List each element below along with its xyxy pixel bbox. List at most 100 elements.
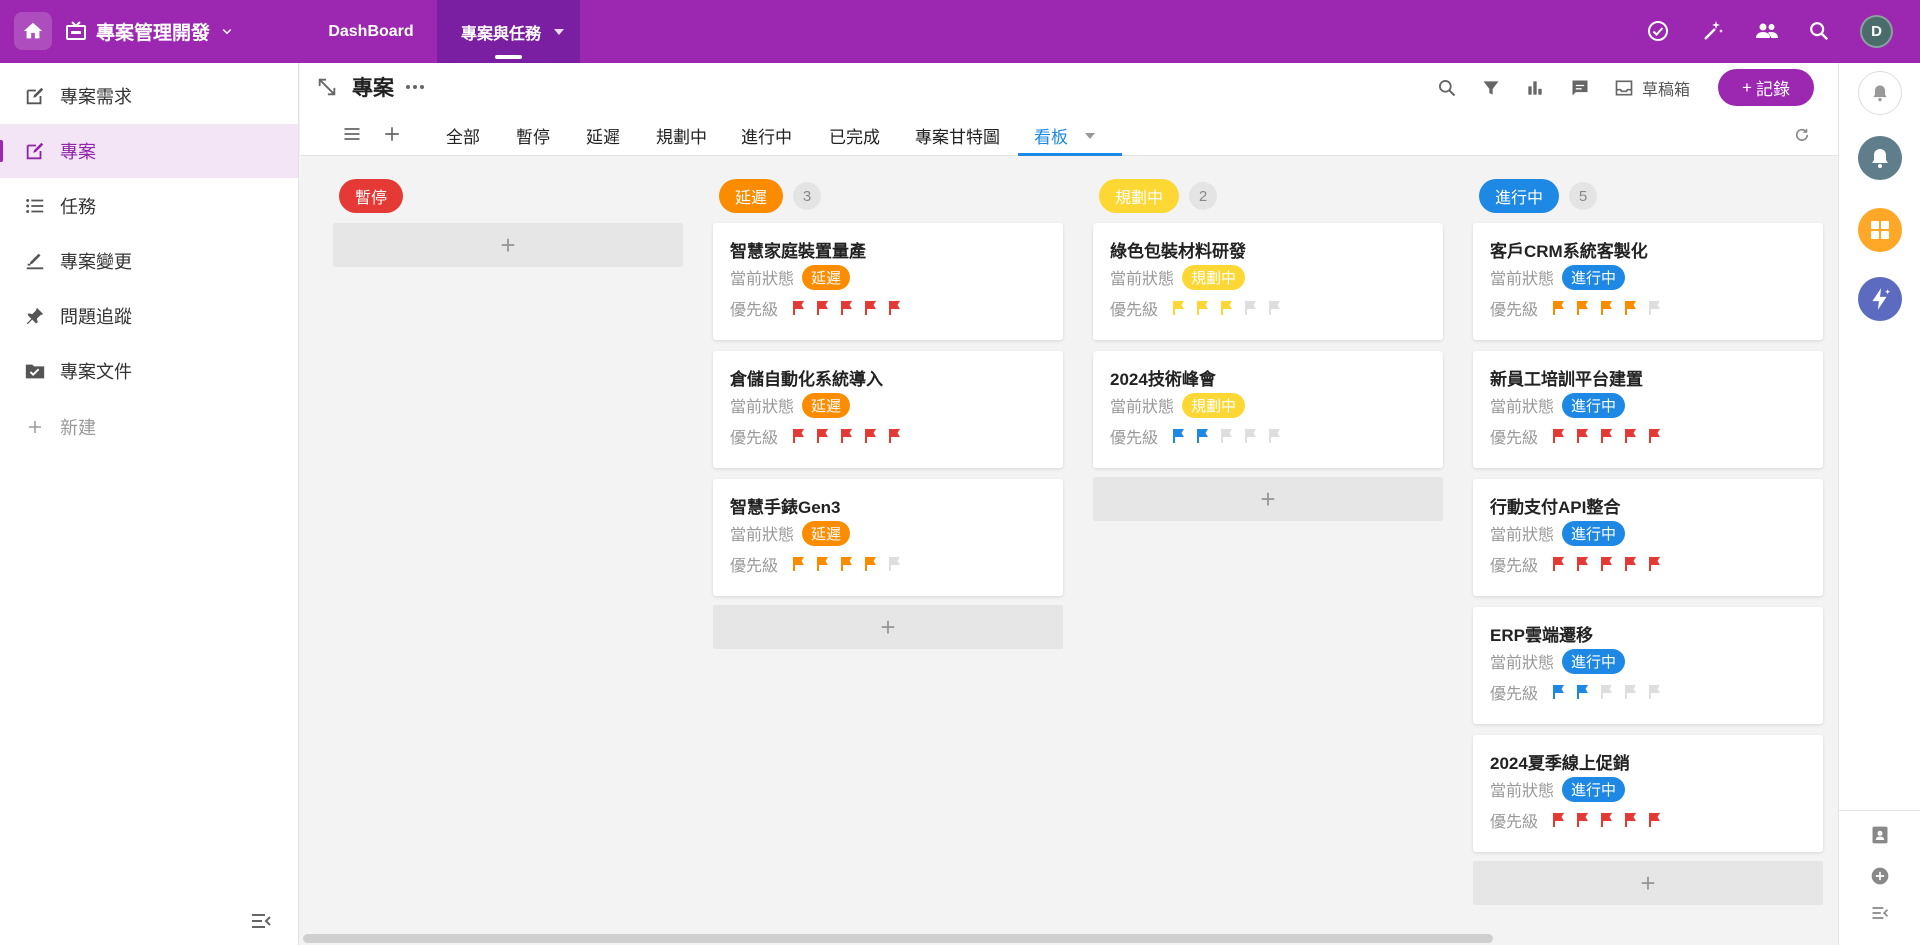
- search-button[interactable]: [1434, 75, 1460, 101]
- sidebar: 專案需求 專案 任務 專案變更 問題追蹤 專案文件 新建: [0, 63, 299, 945]
- add-view-button[interactable]: [380, 122, 404, 146]
- card-status-row: 當前狀態 延遲: [730, 264, 851, 290]
- add-card-button[interactable]: +: [333, 223, 683, 267]
- sidebar-new-button[interactable]: 新建: [0, 400, 298, 454]
- tab-in-progress[interactable]: 進行中: [741, 115, 792, 156]
- column-status-pill[interactable]: 延遲: [719, 179, 784, 213]
- card-title: ERP雲端遷移: [1490, 626, 1593, 645]
- flag-icon: [1553, 557, 1565, 571]
- tab-label: 全部: [446, 128, 480, 147]
- tab-gantt[interactable]: 專案甘特圖: [915, 115, 1000, 156]
- drafts-button[interactable]: 草稿箱: [1614, 75, 1690, 101]
- scrollbar-thumb[interactable]: [303, 934, 1493, 943]
- kanban-card[interactable]: 2024夏季線上促銷 當前狀態 進行中 優先級: [1473, 735, 1823, 852]
- status-field-label: 當前狀態: [1110, 399, 1175, 416]
- tab-planning[interactable]: 規劃中: [656, 115, 707, 156]
- kanban-card[interactable]: ERP雲端遷移 當前狀態 進行中 優先級: [1473, 607, 1823, 724]
- nav-tab-label: DashBoard: [328, 22, 414, 40]
- add-card-button[interactable]: +: [1093, 477, 1443, 521]
- sidebar-item-issues[interactable]: 問題追蹤: [0, 289, 298, 343]
- flag-icon: [865, 429, 877, 443]
- priority-flags: [1170, 428, 1282, 444]
- tab-kanban[interactable]: 看板: [1018, 115, 1122, 156]
- check-circle-icon: [1648, 21, 1668, 41]
- menu-collapse-icon: [1872, 907, 1889, 919]
- app-switcher[interactable]: 專案管理開發: [64, 16, 236, 46]
- priority-field-label: 優先級: [1490, 558, 1539, 575]
- horizontal-scrollbar[interactable]: [300, 930, 1838, 945]
- hamburger-icon: [344, 128, 360, 140]
- nav-tab-dashboard[interactable]: DashBoard: [306, 0, 436, 63]
- status-field-label: 當前狀態: [730, 271, 795, 288]
- flag-icon: [1197, 301, 1209, 315]
- column-header: 暫停: [339, 179, 404, 213]
- tab-paused[interactable]: 暫停: [516, 115, 550, 156]
- home-button[interactable]: [14, 12, 52, 50]
- more-options-button[interactable]: [404, 76, 426, 98]
- sidebar-item-tasks[interactable]: 任務: [0, 179, 298, 233]
- collapse-sidebar-button[interactable]: [248, 908, 274, 934]
- filter-button[interactable]: [1478, 75, 1504, 101]
- nav-tab-projects-tasks[interactable]: 專案與任務: [437, 0, 580, 63]
- top-bar: 專案管理開發 DashBoard 專案與任務 D: [0, 0, 1920, 63]
- kanban-card[interactable]: 智慧家庭裝置量產 當前狀態 延遲 優先級: [713, 223, 1063, 340]
- tab-all[interactable]: 全部: [446, 115, 480, 156]
- tab-completed[interactable]: 已完成: [829, 115, 880, 156]
- plus-icon: +: [1742, 77, 1752, 97]
- add-card-button[interactable]: +: [713, 605, 1063, 649]
- global-search-button[interactable]: [1805, 17, 1833, 45]
- kanban-card[interactable]: 倉儲自動化系統導入 當前狀態 延遲 優先級: [713, 351, 1063, 468]
- sidebar-item-label: 專案文件: [60, 362, 132, 382]
- status-badge: 延遲: [802, 392, 851, 418]
- refresh-button[interactable]: [1790, 123, 1814, 147]
- column-status-pill[interactable]: 進行中: [1479, 179, 1560, 213]
- comments-button[interactable]: [1567, 75, 1593, 101]
- column-count-badge: 5: [1569, 182, 1598, 210]
- add-card-button[interactable]: +: [1473, 861, 1823, 905]
- chart-button[interactable]: [1522, 75, 1548, 101]
- sidebar-item-projects[interactable]: 專案: [0, 124, 298, 178]
- flag-icon: [889, 557, 901, 571]
- collapse-rail-button[interactable]: [1868, 901, 1892, 925]
- expand-button[interactable]: [316, 76, 338, 98]
- priority-flags: [790, 556, 902, 572]
- kanban-card[interactable]: 行動支付API整合 當前狀態 進行中 優先級: [1473, 479, 1823, 596]
- tab-delayed[interactable]: 延遲: [586, 115, 620, 156]
- flag-icon: [1221, 301, 1233, 315]
- kanban-card[interactable]: 新員工培訓平台建置 當前狀態 進行中 優先級: [1473, 351, 1823, 468]
- ai-magic-button[interactable]: [1699, 17, 1727, 45]
- kanban-card[interactable]: 客戶CRM系統客製化 當前狀態 進行中 優先級: [1473, 223, 1823, 340]
- contacts-button[interactable]: [1868, 823, 1892, 847]
- sidebar-item-label: 專案變更: [60, 252, 132, 272]
- reminders-button[interactable]: [1858, 136, 1902, 180]
- flag-icon: [1625, 685, 1637, 699]
- notification-button[interactable]: [1858, 71, 1902, 115]
- flag-icon: [1649, 557, 1661, 571]
- column-status-pill[interactable]: 暫停: [339, 179, 404, 213]
- sidebar-item-changes[interactable]: 專案變更: [0, 234, 298, 288]
- sidebar-item-documents[interactable]: 專案文件: [0, 344, 298, 398]
- task-check-button[interactable]: [1644, 17, 1672, 45]
- tab-label: 規劃中: [656, 128, 707, 147]
- apps-button[interactable]: [1858, 208, 1902, 252]
- kanban-card[interactable]: 智慧手錶Gen3 當前狀態 延遲 優先級: [713, 479, 1063, 596]
- view-list-button[interactable]: [340, 122, 364, 146]
- sidebar-item-requirements[interactable]: 專案需求: [0, 69, 298, 123]
- refresh-icon: [1795, 128, 1809, 141]
- priority-field-label: 優先級: [730, 302, 779, 319]
- view-tabs: 全部 暫停 延遲 規劃中 進行中 已完成 專案甘特圖 看板: [300, 115, 1838, 156]
- members-button[interactable]: [1753, 17, 1781, 45]
- ai-assistant-button[interactable]: [1858, 277, 1902, 321]
- priority-flags: [1550, 812, 1662, 828]
- sidebar-item-label: 專案需求: [60, 87, 132, 107]
- kanban-card[interactable]: 綠色包裝材料研發 當前狀態 規劃中 優先級: [1093, 223, 1443, 340]
- edit-square-icon: [23, 139, 47, 163]
- add-record-button[interactable]: + 記錄: [1718, 69, 1814, 106]
- user-avatar[interactable]: D: [1860, 15, 1893, 48]
- add-widget-button[interactable]: [1868, 864, 1892, 888]
- flag-icon: [1601, 557, 1613, 571]
- column-status-pill[interactable]: 規劃中: [1099, 179, 1180, 213]
- divider: [1839, 810, 1920, 811]
- flag-icon: [1577, 301, 1589, 315]
- kanban-card[interactable]: 2024技術峰會 當前狀態 規劃中 優先級: [1093, 351, 1443, 468]
